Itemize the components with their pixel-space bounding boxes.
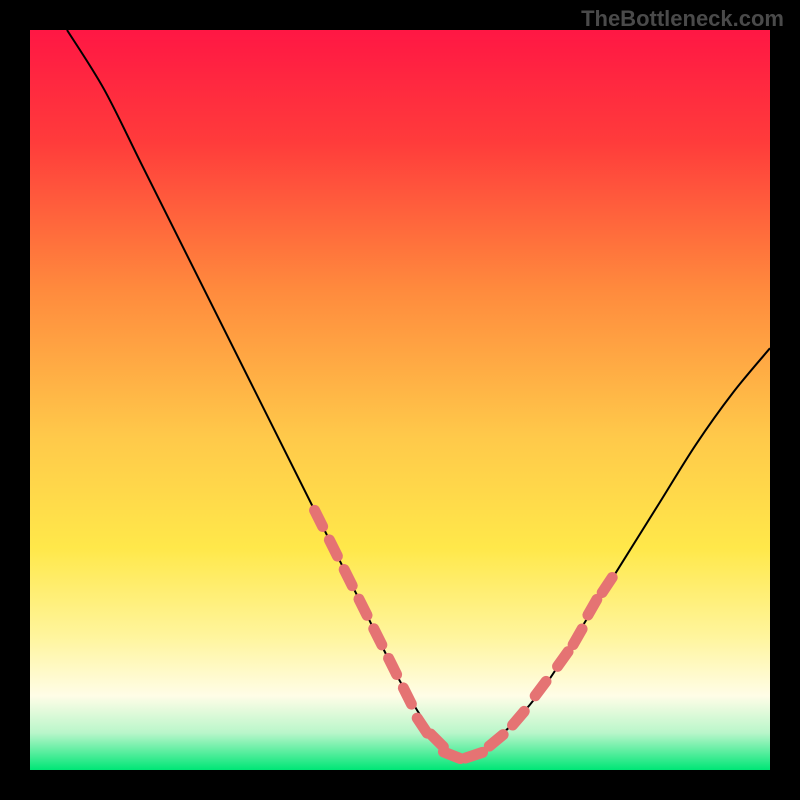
marker-dash [417,718,427,733]
marker-dash [389,658,397,674]
marker-dash [513,711,525,725]
marker-dash [535,681,546,695]
marker-dash [465,752,482,758]
marker-dash [344,570,352,586]
marker-dash [431,734,444,747]
marker-dash [403,688,411,704]
highlight-markers [315,510,613,758]
marker-dash [573,629,582,645]
marker-dash [443,752,460,759]
marker-dash [602,578,612,593]
marker-dash [359,599,367,615]
marker-dash [588,599,597,615]
marker-dash [315,510,323,526]
bottleneck-curve [67,30,770,758]
marker-dash [374,629,382,645]
chart-container [30,30,770,770]
marker-dash [489,735,503,747]
curve-layer [30,30,770,770]
watermark-text: TheBottleneck.com [581,6,784,32]
marker-dash [329,540,337,556]
marker-dash [558,652,568,667]
